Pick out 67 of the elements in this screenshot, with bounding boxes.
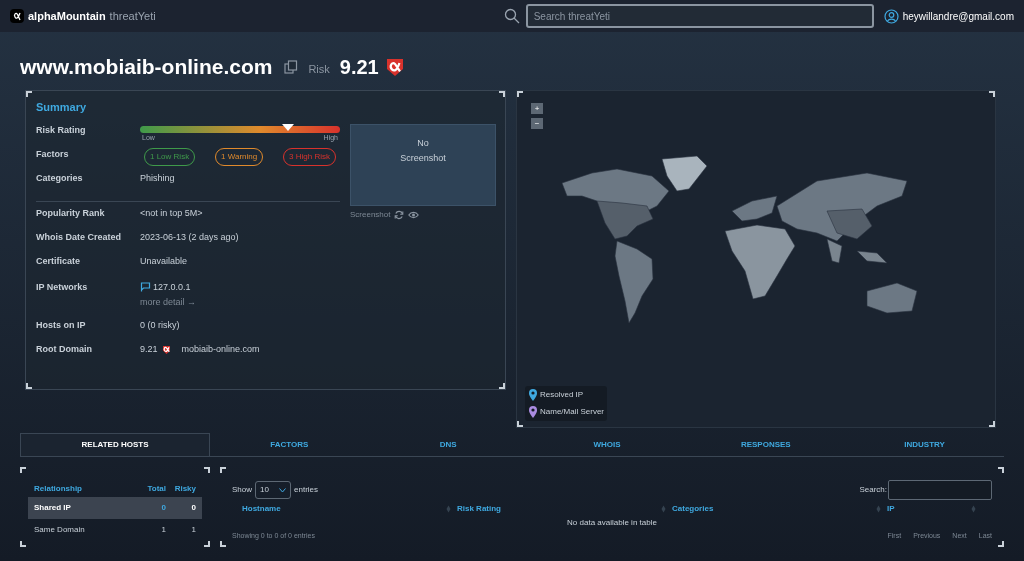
copy-icon	[284, 60, 299, 74]
risk-score: 9.21	[339, 55, 379, 80]
panel-title: Summary	[36, 100, 88, 115]
column-header[interactable]: Hostname	[242, 502, 446, 515]
user-email[interactable]: heywillandre@gmail.com	[902, 8, 1014, 24]
field-value: Unavailable	[140, 254, 188, 268]
field-label: Factors	[36, 147, 70, 161]
field-label: IP Networks	[36, 280, 89, 294]
field-value: 2023-06-13 (2 days ago)	[140, 230, 239, 244]
search-field[interactable]: Search threatYeti	[525, 4, 874, 28]
placeholder-text: Screenshot	[400, 152, 446, 165]
brand-name: alphaMountain	[28, 8, 106, 24]
sort-icon	[446, 504, 451, 513]
column-header: Risky	[173, 483, 196, 495]
zoom-in-button[interactable]: +	[531, 103, 543, 114]
relationship-row[interactable]: Same Domain 1 1	[28, 519, 202, 541]
page-size-select[interactable]: 10	[255, 481, 291, 499]
show-label: Show	[232, 484, 252, 496]
tab[interactable]: RELATED HOSTS	[20, 433, 210, 456]
refresh-icon	[394, 209, 405, 220]
domain-score: 9.21	[140, 342, 158, 356]
screenshot-caption: Screenshot	[350, 208, 391, 221]
search-label: Search:	[859, 484, 887, 496]
field-label: Risk Rating	[36, 123, 87, 137]
field-label: Hosts on IP	[36, 318, 87, 332]
chevron-down-icon	[279, 487, 286, 493]
more-detail-link[interactable]: more detail →	[140, 296, 197, 310]
shield-logo-icon	[384, 57, 405, 77]
field-value: Phishing	[140, 171, 175, 185]
field-label: Whois Date Created	[36, 230, 123, 244]
user-icon	[883, 8, 899, 24]
field-value: 0 (0 risky)	[140, 318, 180, 332]
column-header[interactable]: Categories	[672, 502, 876, 515]
field-value: <not in top 5M>	[140, 206, 203, 220]
tab[interactable]: INDUSTRY	[845, 433, 1004, 456]
relationship-row[interactable]: Shared IP 0 0	[28, 497, 202, 519]
tab[interactable]: RESPONSES	[686, 433, 846, 456]
root-domain-link[interactable]: mobiaib-online.com	[181, 342, 260, 356]
eye-icon	[408, 209, 420, 220]
column-header[interactable]: IP	[887, 502, 971, 515]
column-header: Total	[146, 483, 166, 495]
domain-title: www.mobiaib-online.com	[20, 54, 273, 81]
logo-icon	[10, 9, 24, 23]
ip-address: 127.0.0.1	[153, 280, 191, 294]
search-icon	[503, 8, 520, 24]
legend-label: Name/Mail Server	[540, 406, 604, 418]
placeholder-text: No	[417, 136, 429, 150]
zoom-out-button[interactable]: −	[531, 118, 543, 129]
table-search-field[interactable]	[888, 480, 992, 500]
field-label: Root Domain	[36, 342, 93, 356]
risk-label: Risk	[308, 61, 330, 77]
tab[interactable]: WHOIS	[527, 433, 687, 456]
field-label: Categories	[36, 171, 84, 185]
column-header[interactable]: Risk Rating	[457, 502, 661, 515]
shield-logo-icon	[160, 343, 172, 355]
tab[interactable]: DNS	[368, 433, 528, 456]
legend-label: Resolved IP	[540, 389, 584, 401]
field-label: Certificate	[36, 254, 81, 268]
tab[interactable]: FACTORS	[210, 433, 369, 456]
sort-icon	[971, 504, 976, 513]
empty-table-message: No data available in table	[566, 517, 658, 529]
sort-icon	[876, 504, 881, 513]
product-name: threatYeti	[109, 8, 156, 24]
sort-icon	[661, 504, 666, 513]
column-header: Relationship	[34, 483, 83, 495]
entries-label: entries	[294, 484, 319, 496]
field-label: Popularity Rank	[36, 206, 106, 220]
